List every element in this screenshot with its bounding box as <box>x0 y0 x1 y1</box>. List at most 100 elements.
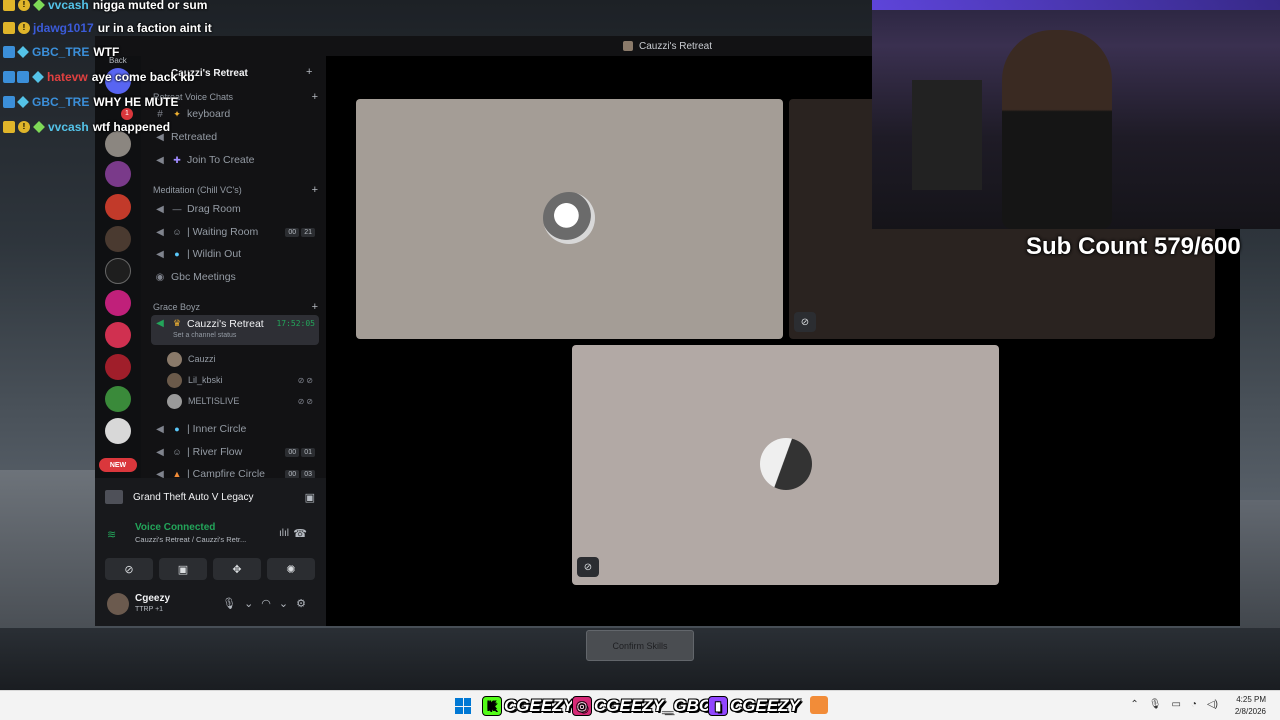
add-channel-icon[interactable]: + <box>312 184 318 196</box>
confirm-skills-button[interactable]: Confirm Skills <box>586 630 694 661</box>
server-icon[interactable] <box>105 322 131 348</box>
channel-icon <box>622 41 633 51</box>
subscriber-badge <box>3 0 15 11</box>
person-icon: ☺ <box>172 227 182 237</box>
server-icon[interactable] <box>105 258 131 284</box>
disconnect-icon[interactable]: ☎ <box>293 527 307 540</box>
voice-member[interactable]: Cauzzi <box>167 350 317 368</box>
avatar <box>167 393 182 409</box>
verified-badge <box>3 96 15 108</box>
signal-icon[interactable]: ≋ <box>107 528 116 541</box>
chat-username: vvcash <box>48 120 89 134</box>
add-channel-icon[interactable]: + <box>312 301 318 313</box>
member-name: Lil_kbski <box>188 375 223 385</box>
diamond-badge <box>17 46 29 58</box>
windows-start-icon[interactable] <box>455 698 471 714</box>
chat-message: ! jdawg1017 ur in a faction aint it <box>3 19 212 37</box>
shoe-shelf <box>912 80 982 190</box>
chat-text: WTF <box>93 45 120 59</box>
microphone-icon[interactable]: 🎙 <box>222 597 236 610</box>
category-meditation[interactable]: Meditation (Chill VC's) + <box>153 184 318 196</box>
dash-icon: — <box>172 204 182 214</box>
alert-badge: ! <box>18 22 30 34</box>
stage-icon: ◉ <box>155 271 165 283</box>
count-current: 00 <box>285 447 300 457</box>
server-icon[interactable] <box>105 161 131 187</box>
crown-icon: ♛ <box>172 318 182 328</box>
wifi-icon[interactable]: ◔ <box>1191 699 1197 710</box>
video-off-icon: ⊘ <box>794 312 816 332</box>
user-count: 00 01 <box>285 447 315 457</box>
diamond-badge <box>17 96 29 108</box>
verified-badge <box>3 46 15 58</box>
channel-label: | Wildin Out <box>187 248 242 260</box>
voice-channel[interactable]: Cauzzi's Retreat / Cauzzi's Retr... <box>135 535 246 544</box>
chat-message: hatevw aye come back kb <box>3 68 194 86</box>
member-name: MELTISLIVE <box>188 396 240 406</box>
channel-label: | River Flow <box>187 446 243 458</box>
diamond-badge <box>33 121 45 133</box>
kick-icon: K <box>482 696 502 716</box>
chat-username: GBC_TRE <box>32 45 90 59</box>
chat-text: nigga muted or sum <box>92 0 208 12</box>
voice-member[interactable]: MELTISLIVE ⊘⊘ <box>167 392 317 410</box>
server-icon[interactable] <box>105 354 131 380</box>
taskbar: K CGEEZY ◎ CGEEZY_GBC ▮ CGEEZY ⌃ 🎙 ▭ ◔ ◁… <box>0 690 1280 720</box>
activity-row[interactable]: Grand Theft Auto V Legacy ▣ <box>105 486 315 508</box>
avatar[interactable] <box>107 593 129 615</box>
participant-tile[interactable]: ⊘ <box>572 345 999 585</box>
muted-icon: ⊘⊘ <box>297 396 315 406</box>
add-person-icon[interactable]: + <box>306 66 318 78</box>
chevron-up-icon[interactable]: ⌃ <box>1130 699 1138 710</box>
voice-status[interactable]: Voice Connected <box>135 522 215 533</box>
server-icon[interactable] <box>105 226 131 252</box>
server-icon[interactable] <box>105 194 131 220</box>
participant-tile[interactable] <box>356 99 783 339</box>
new-badge[interactable]: NEW <box>99 458 137 472</box>
user-row[interactable]: Cgeezy TTRP +1 🎙 ⌄ ◠ ⌄ ⚙ <box>105 590 320 618</box>
category-grace-boyz[interactable]: Grace Boyz + <box>153 301 318 313</box>
count-limit: 21 <box>301 227 315 237</box>
channel-wildin-out[interactable]: ◀ ● | Wildin Out <box>151 244 319 264</box>
gear-icon[interactable]: ⚙ <box>296 597 306 610</box>
server-icon[interactable] <box>105 386 131 412</box>
user-count: 00 21 <box>285 227 315 237</box>
speaker-icon: ◀ <box>156 423 164 435</box>
microphone-icon[interactable]: 🎙 <box>1149 699 1162 710</box>
add-channel-icon[interactable]: + <box>312 91 318 103</box>
speaker-icon: ◀ <box>156 446 164 458</box>
chat-text: aye come back kb <box>91 70 195 84</box>
channel-label: | Waiting Room <box>187 226 259 238</box>
instagram-handle: ◎ CGEEZY_GBC <box>572 694 711 718</box>
channel-gbc-meetings[interactable]: ◉ Gbc Meetings <box>151 267 319 287</box>
channel-inner-circle[interactable]: ◀ ● | Inner Circle <box>151 419 319 439</box>
server-icon[interactable] <box>105 418 131 444</box>
monitor-icon[interactable]: ▣ <box>305 491 315 504</box>
voice-member[interactable]: Lil_kbski ⊘⊘ <box>167 371 317 389</box>
chevron-down-icon[interactable]: ⌄ <box>279 597 288 610</box>
camera-off-button[interactable]: ⊘ <box>105 558 153 580</box>
sub-count: Sub Count 579/600 <box>1026 233 1241 260</box>
screen-share-button[interactable]: ▣ <box>159 558 207 580</box>
channel-status[interactable]: Set a channel status <box>173 332 236 339</box>
speaker-icon: ◀ <box>156 226 164 238</box>
clock[interactable]: 4:25 PM 2/8/2026 <box>1235 694 1266 718</box>
chat-username: vvcash <box>48 0 89 12</box>
category-label: Meditation (Chill VC's) <box>153 185 242 195</box>
channel-waiting-room[interactable]: ◀ ☺ | Waiting Room 00 21 <box>151 222 319 242</box>
channel-join-to-create[interactable]: ◀ ✚ Join To Create <box>151 150 319 170</box>
network-icon[interactable]: ▭ <box>1171 699 1180 710</box>
app-icon[interactable] <box>810 696 828 714</box>
channel-active[interactable]: ◀ ♛ Cauzzi's Retreat 17:52:05 Set a chan… <box>151 315 319 345</box>
activities-button[interactable]: ✥ <box>213 558 261 580</box>
channel-drag-room[interactable]: ◀ — Drag Room <box>151 199 319 219</box>
channel-river-flow[interactable]: ◀ ☺ | River Flow 00 01 <box>151 442 319 462</box>
noise-suppression-icon[interactable]: ılıl <box>279 528 289 539</box>
clock-date: 2/8/2026 <box>1234 707 1266 716</box>
volume-icon[interactable]: ◁) <box>1207 699 1218 710</box>
soundboard-button[interactable]: ✺ <box>267 558 315 580</box>
chevron-down-icon[interactable]: ⌄ <box>244 597 253 610</box>
subscriber-badge <box>17 71 29 83</box>
server-icon[interactable] <box>105 290 131 316</box>
headphones-icon[interactable]: ◠ <box>261 597 271 610</box>
